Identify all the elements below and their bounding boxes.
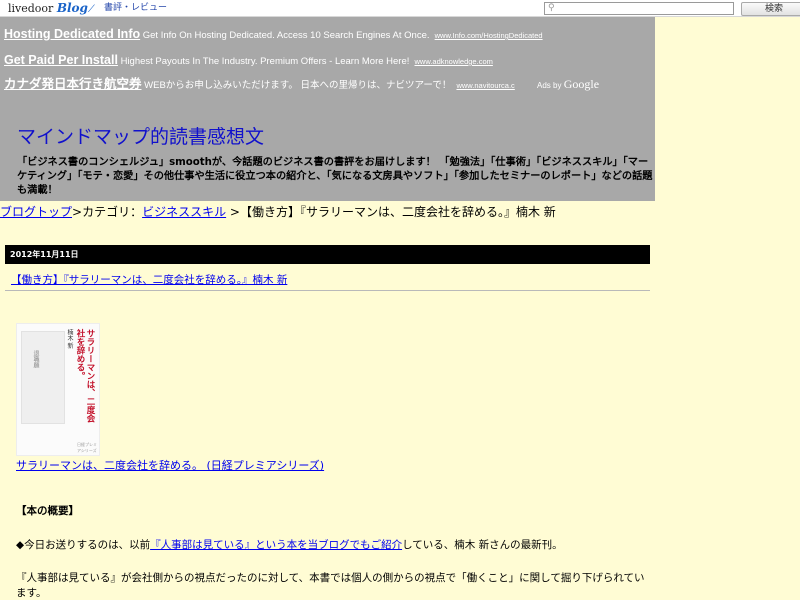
ad-description: WEBからお申し込みいただけます。 日本への里帰りは、ナビツアーで！ — [141, 80, 452, 91]
search-icon: ⚲ — [548, 3, 555, 13]
google-wordmark: Google — [563, 77, 600, 91]
paragraph-1-before: ◆今日お送りするのは、以前 — [16, 539, 151, 551]
cover-author: 楠木 新 — [66, 329, 73, 349]
post-date-bar: 2012年11月11日 — [5, 245, 650, 264]
ad-description: Get Info On Hosting Dedicated. Access 10… — [140, 30, 430, 41]
ads-by-label: Ads by — [537, 81, 564, 90]
previous-review-link[interactable]: 『人事部は見ている』という本を当ブログでもご紹介 — [150, 539, 402, 551]
breadcrumb-separator: >カテゴリ： — [72, 205, 143, 219]
logo-swoosh-icon: ⟋ — [87, 4, 95, 15]
paragraph-1-after: している、楠木 新さんの最新刊。 — [402, 539, 563, 551]
paragraph-1: ◆今日お送りするのは、以前『人事部は見ている』という本を当ブログでもご紹介してい… — [16, 538, 563, 553]
search-input[interactable] — [559, 3, 729, 14]
blog-description: 「ビジネス書のコンシェルジュ」smoothが、今話題のビジネス書の書評をお届けし… — [17, 157, 653, 196]
ad-description: Highest Payouts In The Industry. Premium… — [117, 56, 410, 67]
ad-item[interactable]: Hosting Dedicated Info Get Info On Hosti… — [4, 23, 543, 42]
ads-by-google[interactable]: Ads by Google — [537, 77, 599, 92]
ad-block: Hosting Dedicated Info Get Info On Hosti… — [0, 17, 655, 93]
breadcrumb: ブログトップ>カテゴリ：ビジネススキル >【働き方】『サラリーマンは、二度会社を… — [0, 204, 556, 221]
ad-headline[interactable]: Get Paid Per Install — [4, 53, 118, 67]
blog-header: マインドマップ的読書感想文 「ビジネス書のコンシェルジュ」smoothが、今話題… — [0, 93, 655, 201]
genre-link[interactable]: 書評・レビュー — [104, 2, 167, 14]
summary-heading: 【本の概要】 — [16, 505, 79, 517]
book-link[interactable]: サラリーマンは、二度会社を辞める。 (日経プレミアシリーズ) — [16, 459, 324, 472]
ad-url[interactable]: www.Info.com/HostingDedicated — [435, 31, 543, 40]
book-link-line: サラリーマンは、二度会社を辞める。 (日経プレミアシリーズ) — [16, 458, 324, 473]
logo-blog-text: Blog — [56, 1, 88, 15]
ad-item[interactable]: Get Paid Per Install Highest Payouts In … — [4, 49, 493, 68]
search-box[interactable]: ⚲ — [544, 2, 734, 15]
ad-item[interactable]: カナダ発日本行き航空券 WEBからお申し込みいただけます。 日本への里帰りは、ナ… — [4, 73, 515, 92]
logo-livedoor-text: livedoor — [8, 2, 54, 15]
cover-envelope-text: 退職願 — [32, 350, 39, 368]
cover-title: サラリーマンは、二度会社を辞める。 — [75, 329, 95, 423]
breadcrumb-top-link[interactable]: ブログトップ — [0, 205, 72, 219]
blog-title[interactable]: マインドマップ的読書感想文 — [17, 125, 264, 149]
livedoor-topbar: livedoor Blog⟋ 書評・レビュー ⚲ 検索 — [0, 0, 800, 17]
livedoor-blog-logo[interactable]: livedoor Blog⟋ — [8, 1, 95, 15]
ad-url[interactable]: www.adknowledge.com — [414, 57, 492, 66]
ad-headline[interactable]: Hosting Dedicated Info — [4, 27, 140, 41]
ad-url[interactable]: www.navitourca.c — [456, 81, 514, 90]
search-button[interactable]: 検索 — [741, 2, 800, 16]
cover-publisher: 日経プレミアシリーズ — [77, 442, 97, 453]
breadcrumb-current: >【働き方】『サラリーマンは、二度会社を辞める。』楠木 新 — [226, 205, 556, 219]
breadcrumb-category-link[interactable]: ビジネススキル — [142, 205, 226, 219]
post-title: 【働き方】『サラリーマンは、二度会社を辞める。』楠木 新 — [11, 273, 287, 287]
title-divider — [5, 290, 650, 291]
book-cover-image[interactable]: 退職願 楠木 新 サラリーマンは、二度会社を辞める。 日経プレミアシリーズ — [16, 323, 100, 456]
ad-headline[interactable]: カナダ発日本行き航空券 — [4, 77, 142, 91]
paragraph-2: 『人事部は見ている』が会社側からの視点だったのに対して、本書では個人の側からの視… — [16, 572, 645, 599]
post-title-link[interactable]: 【働き方】『サラリーマンは、二度会社を辞める。』楠木 新 — [11, 274, 287, 286]
cover-envelope: 退職願 — [21, 331, 65, 424]
